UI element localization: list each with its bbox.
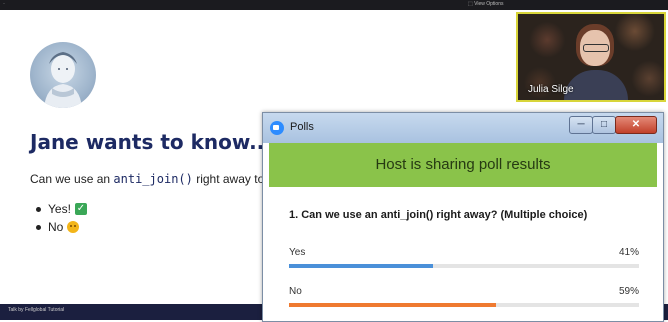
check-mark-icon: ✓: [74, 203, 87, 215]
close-button[interactable]: ✕: [615, 116, 657, 134]
portrait-icon: [30, 42, 96, 108]
bullet-no-label: No: [48, 220, 64, 234]
slide-question: Can we use an anti_join() right away to …: [30, 172, 278, 186]
slide-question-prefix: Can we use an: [30, 172, 114, 186]
bullet-dot: [36, 224, 41, 230]
smiling-face-icon: [67, 221, 80, 233]
participant-glasses: [583, 44, 609, 52]
poll-option-no-percent: 59%: [618, 286, 639, 297]
poll-question: 1. Can we use an anti_join() right away?…: [289, 209, 588, 221]
minimize-button[interactable]: ─: [569, 116, 593, 134]
poll-option-yes-bar: [289, 264, 433, 268]
bullet-dot: [36, 206, 41, 212]
polls-window[interactable]: Polls ─ □ ✕ Host is sharing poll results…: [262, 112, 664, 322]
answer-bullets: Yes! ✓ No: [36, 200, 87, 236]
view-options-button[interactable]: ⬚ View Options: [468, 1, 503, 7]
poll-option-no-label: No: [289, 286, 302, 297]
bullet-yes: Yes! ✓: [36, 200, 87, 218]
poll-option-yes-label: Yes: [289, 247, 306, 258]
poll-option-no-track: [289, 303, 639, 307]
poll-option-yes-track: [289, 264, 639, 268]
bullet-yes-label: Yes!: [48, 202, 71, 216]
poll-option-no-bar: [289, 303, 496, 307]
bullet-no: No: [36, 218, 87, 236]
slide-question-code: anti_join(): [113, 172, 193, 186]
participant-name: Julia Silge: [528, 84, 574, 95]
poll-option-yes-percent: 41%: [618, 247, 639, 258]
top-bar: · ⬚ View Options: [0, 0, 668, 10]
zoom-logo-icon: [270, 121, 284, 135]
polls-titlebar[interactable]: Polls ─ □ ✕: [263, 113, 663, 143]
slide-title: Jane wants to know...: [30, 130, 272, 154]
maximize-button[interactable]: □: [592, 116, 616, 134]
participant-video[interactable]: Julia Silge: [516, 12, 666, 102]
polls-window-title: Polls: [290, 121, 314, 133]
poll-status-text: Host is sharing poll results: [375, 156, 551, 173]
top-bar-left-text: ·: [3, 1, 5, 7]
poll-status-banner: Host is sharing poll results: [269, 143, 657, 187]
slide-footer-text: Talk by Fellglobal Tutorial: [8, 307, 65, 313]
